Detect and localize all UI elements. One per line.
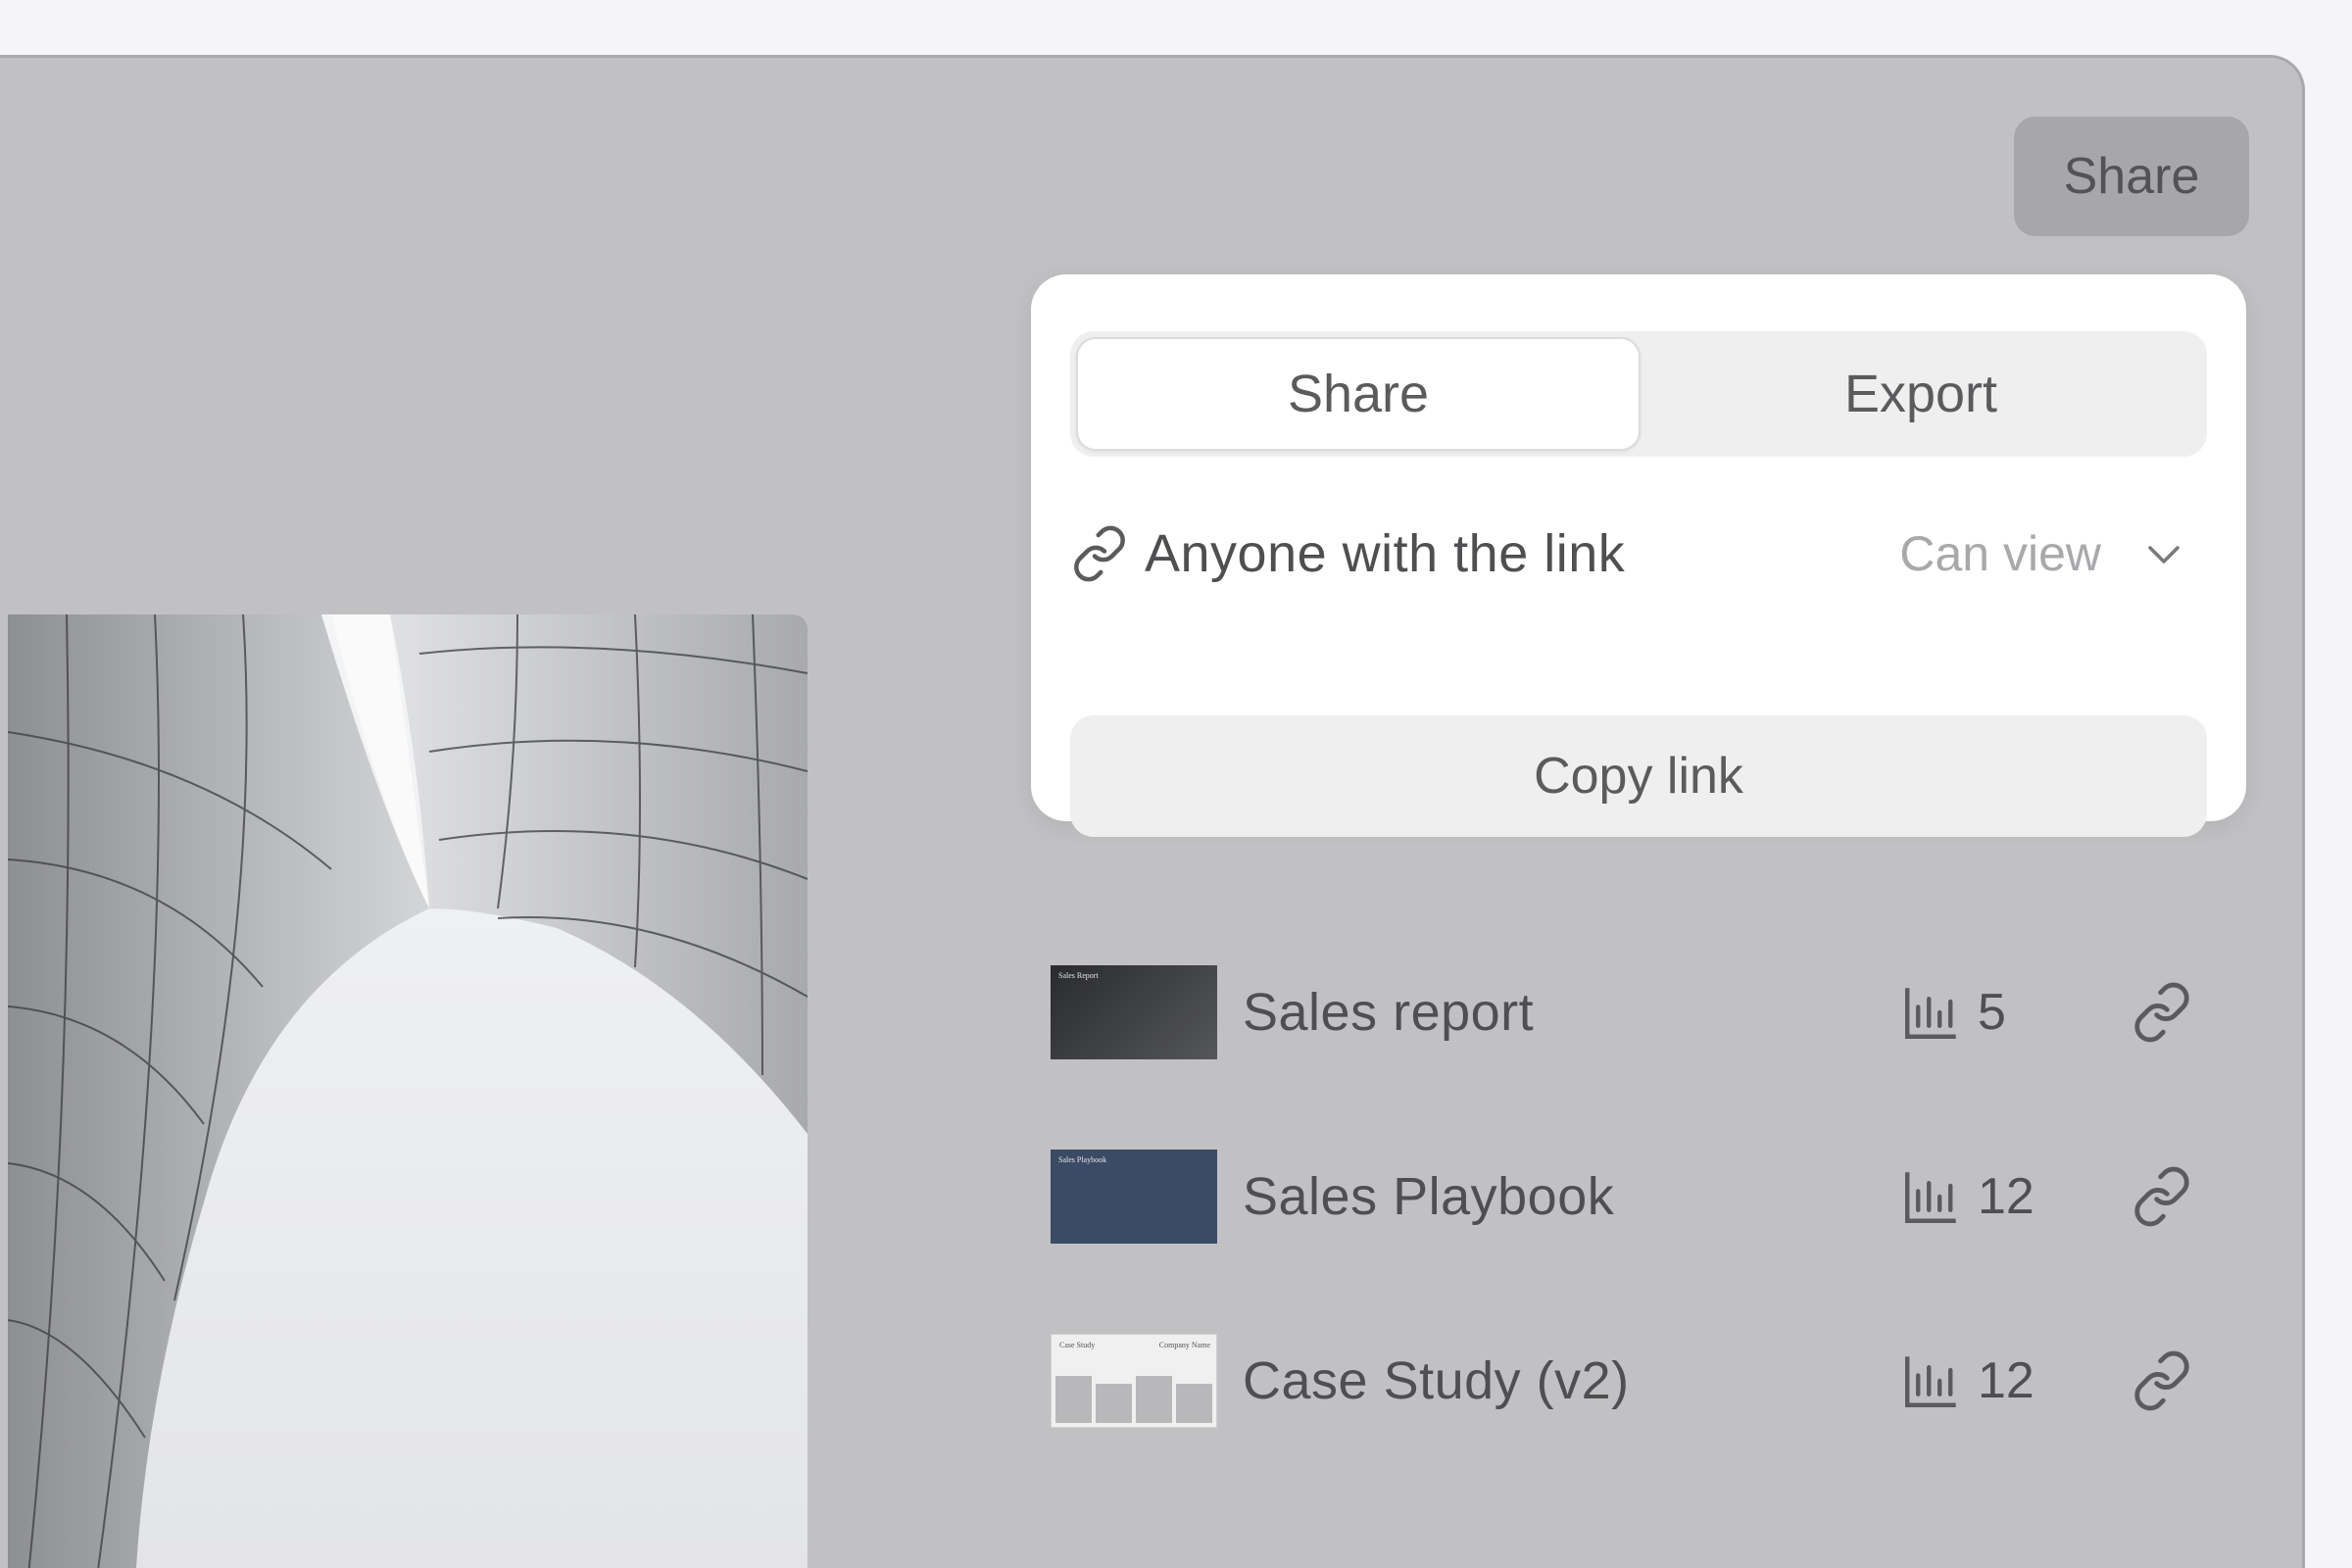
document-thumbnail: Case Study Company Name xyxy=(1051,1334,1217,1428)
view-stats: 12 xyxy=(1899,1348,2095,1413)
app-window: Share Share Export Anyone with the link … xyxy=(0,55,2305,1568)
bar-chart-icon xyxy=(1905,988,1956,1039)
hero-image xyxy=(8,614,808,1568)
thumbnail-title: Sales Report xyxy=(1058,971,1099,980)
architecture-photo xyxy=(8,614,808,1568)
copy-link-icon[interactable] xyxy=(2131,981,2193,1044)
bar-chart-icon xyxy=(1905,1172,1956,1223)
thumbnail-title: Sales Playbook xyxy=(1058,1155,1107,1164)
tab-export[interactable]: Export xyxy=(1641,337,2201,451)
view-count: 12 xyxy=(1978,1352,2034,1409)
list-item[interactable]: Sales Playbook Sales Playbook 12 xyxy=(1051,1104,2227,1289)
document-thumbnail: Sales Playbook xyxy=(1051,1150,1217,1244)
permission-dropdown[interactable]: Can view xyxy=(1899,525,2207,582)
view-stats: 12 xyxy=(1899,1164,2095,1229)
document-name: Case Study (v2) xyxy=(1243,1351,1630,1410)
copy-link-icon[interactable] xyxy=(2131,1165,2193,1228)
share-panel: Share Export Anyone with the link Can vi… xyxy=(1031,274,2246,837)
link-access-row: Anyone with the link Can view xyxy=(1070,510,2207,598)
thumbnail-subtitle: Company Name xyxy=(1158,1341,1210,1349)
access-label: Anyone with the link xyxy=(1145,524,1626,583)
view-count: 12 xyxy=(1978,1168,2034,1225)
thumbnail-graphic xyxy=(1055,1374,1212,1423)
copy-link-icon[interactable] xyxy=(2131,1349,2193,1412)
chevron-down-icon xyxy=(2148,546,2180,564)
document-name: Sales Playbook xyxy=(1243,1167,1615,1226)
copy-link-button[interactable]: Copy link xyxy=(1070,715,2207,837)
document-list: Sales Report Sales report 5 Sales Playbo… xyxy=(1051,920,2227,1473)
permission-value: Can view xyxy=(1899,526,2101,581)
bar-chart-icon xyxy=(1905,1356,1956,1407)
link-icon xyxy=(1074,525,1125,582)
view-stats: 5 xyxy=(1899,980,2095,1045)
view-count: 5 xyxy=(1978,984,2006,1041)
share-export-tabs: Share Export xyxy=(1070,331,2207,457)
document-name: Sales report xyxy=(1243,983,1535,1042)
list-item[interactable]: Case Study Company Name Case Study (v2) … xyxy=(1051,1289,2227,1473)
list-item[interactable]: Sales Report Sales report 5 xyxy=(1051,920,2227,1104)
tab-share[interactable]: Share xyxy=(1076,337,1641,451)
document-thumbnail: Sales Report xyxy=(1051,965,1217,1059)
share-button[interactable]: Share xyxy=(2014,117,2249,236)
thumbnail-title: Case Study xyxy=(1059,1341,1096,1349)
